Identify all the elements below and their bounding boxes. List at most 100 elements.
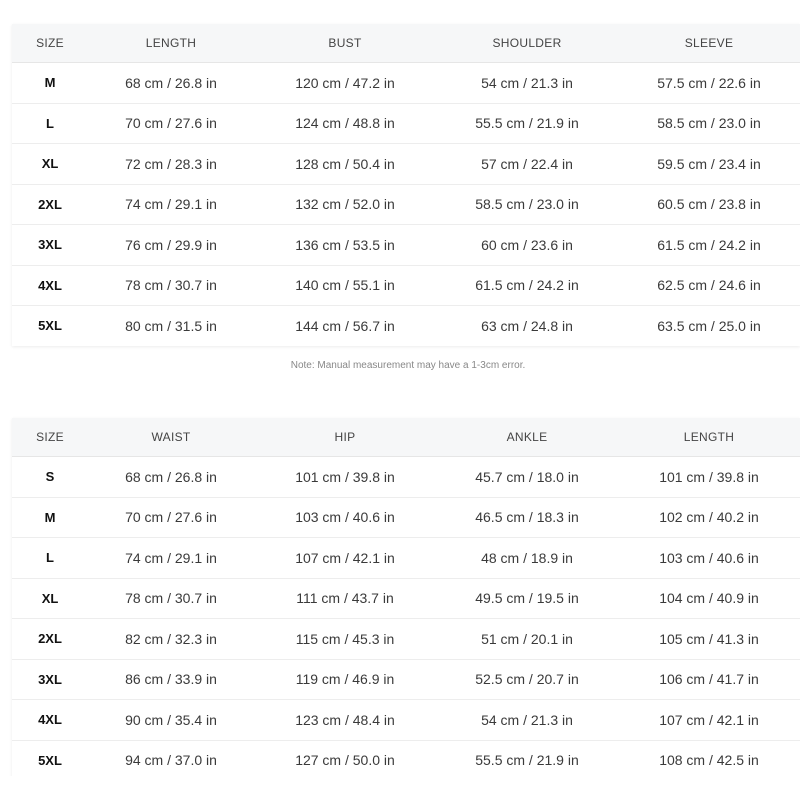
table-cell: 63 cm / 24.8 in bbox=[481, 317, 573, 334]
table-cell: 140 cm / 55.1 in bbox=[254, 265, 436, 306]
table-cell: 61.5 cm / 24.2 in bbox=[618, 224, 800, 266]
table-cell: 60 cm / 23.6 in bbox=[436, 224, 618, 266]
table-row: S 68 cm / 26.8 in 101 cm / 39.8 in 45.7 … bbox=[12, 456, 800, 498]
table-cell: 55.5 cm / 21.9 in bbox=[475, 752, 579, 769]
table-row: L 74 cm / 29.1 in 107 cm / 42.1 in 48 cm… bbox=[12, 537, 800, 579]
top-size-table: SIZE LENGTH BUST SHOULDER SLEEVE M 68 cm… bbox=[12, 24, 800, 346]
table-cell: 61.5 cm / 24.2 in bbox=[436, 265, 618, 306]
size-cell: L bbox=[12, 537, 88, 579]
table-cell: 63.5 cm / 25.0 in bbox=[657, 317, 761, 334]
table-row: 2XL 74 cm / 29.1 in 132 cm / 52.0 in 58.… bbox=[12, 184, 800, 225]
table-cell: 62.5 cm / 24.6 in bbox=[618, 265, 800, 306]
table-cell: 120 cm / 47.2 in bbox=[254, 62, 436, 104]
table-cell: 103 cm / 40.6 in bbox=[254, 497, 436, 538]
table-cell: 52.5 cm / 20.7 in bbox=[436, 659, 618, 700]
size-cell: 3XL bbox=[12, 659, 88, 700]
table-cell: 74 cm / 29.1 in bbox=[88, 184, 254, 225]
table-cell: 132 cm / 52.0 in bbox=[254, 184, 436, 225]
column-header: SLEEVE bbox=[618, 24, 800, 63]
size-chart-page: SIZE LENGTH BUST SHOULDER SLEEVE M 68 cm… bbox=[0, 0, 800, 800]
size-cell: L bbox=[12, 103, 88, 144]
column-header: HIP bbox=[254, 418, 436, 457]
table-cell: 72 cm / 28.3 in bbox=[88, 143, 254, 185]
table-cell: 108 cm / 42.5 in bbox=[659, 752, 759, 769]
table-row: 3XL 76 cm / 29.9 in 136 cm / 53.5 in 60 … bbox=[12, 224, 800, 266]
table-cell: 86 cm / 33.9 in bbox=[88, 659, 254, 700]
table-cell: 105 cm / 41.3 in bbox=[618, 618, 800, 660]
table-cell: 68 cm / 26.8 in bbox=[88, 62, 254, 104]
table-cell: 58.5 cm / 23.0 in bbox=[618, 103, 800, 144]
table-cell: 101 cm / 39.8 in bbox=[254, 456, 436, 498]
table-row: 4XL 78 cm / 30.7 in 140 cm / 55.1 in 61.… bbox=[12, 265, 800, 306]
size-cell: XL bbox=[12, 578, 88, 619]
table-cell: 104 cm / 40.9 in bbox=[618, 578, 800, 619]
column-header: WAIST bbox=[88, 418, 254, 457]
table-row: M 70 cm / 27.6 in 103 cm / 40.6 in 46.5 … bbox=[12, 497, 800, 538]
table-cell: 78 cm / 30.7 in bbox=[88, 578, 254, 619]
column-header: SIZE bbox=[12, 24, 88, 63]
table-cell: 59.5 cm / 23.4 in bbox=[618, 143, 800, 185]
table-cell: 123 cm / 48.4 in bbox=[254, 699, 436, 741]
table-cell: 82 cm / 32.3 in bbox=[88, 618, 254, 660]
table-cell: 107 cm / 42.1 in bbox=[618, 699, 800, 741]
column-header: LENGTH bbox=[88, 24, 254, 63]
table-row: 3XL 86 cm / 33.9 in 119 cm / 46.9 in 52.… bbox=[12, 659, 800, 700]
size-cell: M bbox=[12, 62, 88, 104]
bottom-size-table-container: SIZE WAIST HIP ANKLE LENGTH S 68 cm / 26… bbox=[12, 418, 800, 780]
bottom-size-table: SIZE WAIST HIP ANKLE LENGTH S 68 cm / 26… bbox=[12, 418, 800, 780]
table-row: M 68 cm / 26.8 in 120 cm / 47.2 in 54 cm… bbox=[12, 62, 800, 104]
table-cell: 48 cm / 18.9 in bbox=[436, 537, 618, 579]
table-cell: 119 cm / 46.9 in bbox=[254, 659, 436, 700]
size-cell: 5XL bbox=[38, 318, 62, 334]
table-cell: 90 cm / 35.4 in bbox=[88, 699, 254, 741]
size-cell: M bbox=[12, 497, 88, 538]
table-cell: 124 cm / 48.8 in bbox=[254, 103, 436, 144]
table-cell: 101 cm / 39.8 in bbox=[618, 456, 800, 498]
table-row: XL 78 cm / 30.7 in 111 cm / 43.7 in 49.5… bbox=[12, 578, 800, 619]
column-header: ANKLE bbox=[436, 418, 618, 457]
table-cell: 70 cm / 27.6 in bbox=[88, 497, 254, 538]
size-cell: 3XL bbox=[12, 224, 88, 266]
table-cell: 115 cm / 45.3 in bbox=[254, 618, 436, 660]
size-cell: 4XL bbox=[12, 265, 88, 306]
table-cell: 111 cm / 43.7 in bbox=[254, 578, 436, 619]
size-cell: 2XL bbox=[12, 184, 88, 225]
top-table-header-row: SIZE LENGTH BUST SHOULDER SLEEVE bbox=[12, 24, 800, 63]
table-cell: 76 cm / 29.9 in bbox=[88, 224, 254, 266]
size-cell: S bbox=[12, 456, 88, 498]
measurement-note: Note: Manual measurement may have a 1-3c… bbox=[290, 360, 526, 371]
table-cell: 60.5 cm / 23.8 in bbox=[618, 184, 800, 225]
table-cell: 70 cm / 27.6 in bbox=[88, 103, 254, 144]
page-bottom-edge bbox=[0, 776, 800, 800]
table-cell: 68 cm / 26.8 in bbox=[88, 456, 254, 498]
size-cell: 2XL bbox=[12, 618, 88, 660]
table-cell: 58.5 cm / 23.0 in bbox=[436, 184, 618, 225]
table-row: 2XL 82 cm / 32.3 in 115 cm / 45.3 in 51 … bbox=[12, 618, 800, 660]
column-header: SIZE bbox=[12, 418, 88, 457]
size-cell: 4XL bbox=[12, 699, 88, 741]
bottom-table-header-row: SIZE WAIST HIP ANKLE LENGTH bbox=[12, 418, 800, 457]
column-header: LENGTH bbox=[618, 418, 800, 457]
table-cell: 127 cm / 50.0 in bbox=[295, 752, 395, 769]
table-row: 5XL 80 cm / 31.5 in 144 cm / 56.7 in 63 … bbox=[12, 306, 800, 346]
table-row: 4XL 90 cm / 35.4 in 123 cm / 48.4 in 54 … bbox=[12, 699, 800, 741]
table-cell: 78 cm / 30.7 in bbox=[88, 265, 254, 306]
table-cell: 54 cm / 21.3 in bbox=[436, 62, 618, 104]
table-cell: 102 cm / 40.2 in bbox=[618, 497, 800, 538]
table-cell: 57.5 cm / 22.6 in bbox=[618, 62, 800, 104]
table-cell: 46.5 cm / 18.3 in bbox=[436, 497, 618, 538]
table-row: XL 72 cm / 28.3 in 128 cm / 50.4 in 57 c… bbox=[12, 143, 800, 185]
table-cell: 49.5 cm / 19.5 in bbox=[436, 578, 618, 619]
table-cell: 45.7 cm / 18.0 in bbox=[436, 456, 618, 498]
table-cell: 57 cm / 22.4 in bbox=[436, 143, 618, 185]
table-cell: 107 cm / 42.1 in bbox=[254, 537, 436, 579]
table-row: 5XL 94 cm / 37.0 in 127 cm / 50.0 in 55.… bbox=[12, 740, 800, 780]
table-cell: 94 cm / 37.0 in bbox=[125, 752, 217, 769]
table-cell: 74 cm / 29.1 in bbox=[88, 537, 254, 579]
table-row: L 70 cm / 27.6 in 124 cm / 48.8 in 55.5 … bbox=[12, 103, 800, 144]
table-cell: 54 cm / 21.3 in bbox=[436, 699, 618, 741]
table-cell: 51 cm / 20.1 in bbox=[436, 618, 618, 660]
top-size-table-container: SIZE LENGTH BUST SHOULDER SLEEVE M 68 cm… bbox=[12, 24, 800, 346]
table-cell: 128 cm / 50.4 in bbox=[254, 143, 436, 185]
table-cell: 80 cm / 31.5 in bbox=[125, 317, 217, 334]
